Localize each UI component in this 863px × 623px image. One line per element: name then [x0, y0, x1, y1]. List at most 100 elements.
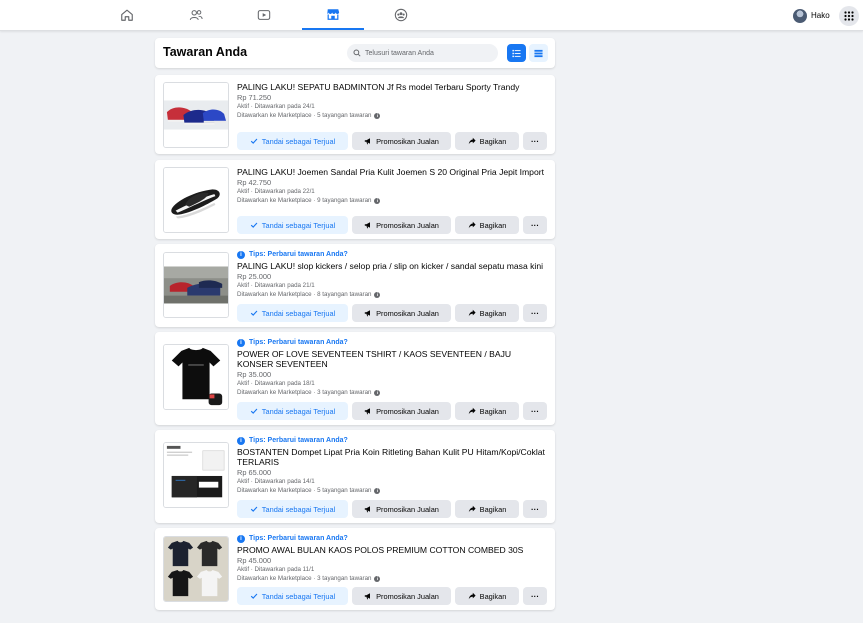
- checkmark-icon: [250, 593, 258, 599]
- info-icon[interactable]: i: [374, 292, 381, 298]
- listing-title[interactable]: PALING LAKU! slop kickers / selop pria /…: [237, 261, 547, 271]
- share-button[interactable]: Bagikan: [455, 587, 519, 605]
- mark-sold-button[interactable]: Tandai sebagai Terjual: [237, 402, 348, 420]
- listing-price: Rp 35.000: [237, 370, 272, 379]
- listing-card: i Tips: Perbarui tawaran Anda? PALING LAK…: [155, 244, 555, 327]
- share-button[interactable]: Bagikan: [455, 216, 519, 234]
- share-label: Bagikan: [479, 406, 507, 416]
- promote-button[interactable]: Promosikan Jualan: [352, 132, 451, 150]
- share-button[interactable]: Bagikan: [455, 402, 519, 420]
- listing-card: i Tips: Perbarui tawaran Anda? BOSTANTEN …: [155, 430, 555, 523]
- listing-title[interactable]: POWER OF LOVE SEVENTEEN TSHIRT / KAOS SE…: [237, 349, 547, 369]
- listing-title[interactable]: PALING LAKU! Joemen Sandal Pria Kulit Jo…: [237, 167, 547, 177]
- compact-view-button[interactable]: [529, 44, 548, 62]
- listing-status: Aktif · Ditawarkan pada 21/1: [237, 282, 315, 289]
- megaphone-icon: [364, 310, 371, 317]
- listing-views: Ditawarkan ke Marketplace · 5 tayangan t…: [237, 111, 372, 119]
- promote-label: Promosikan Jualan: [376, 504, 439, 514]
- more-options-button[interactable]: ···: [523, 216, 547, 234]
- promote-button[interactable]: Promosikan Jualan: [352, 304, 451, 322]
- promote-label: Promosikan Jualan: [376, 308, 439, 318]
- update-tips[interactable]: i Tips: Perbarui tawaran Anda?: [237, 534, 547, 543]
- slip-on-shoes-image: [164, 253, 228, 317]
- grid-menu-icon: [844, 11, 854, 21]
- tips-text: Tips: Perbarui tawaran Anda?: [249, 535, 348, 542]
- info-icon[interactable]: i: [374, 198, 381, 204]
- promote-button[interactable]: Promosikan Jualan: [352, 587, 451, 605]
- listing-title[interactable]: BOSTANTEN Dompet Lipat Pria Koin Ritleti…: [237, 447, 547, 467]
- list-view-button[interactable]: [507, 44, 526, 62]
- nav-tab-marketplace[interactable]: [302, 0, 364, 30]
- tips-text: Tips: Perbarui tawaran Anda?: [249, 437, 348, 444]
- mark-sold-button[interactable]: Tandai sebagai Terjual: [237, 216, 348, 234]
- more-options-icon: ···: [531, 308, 539, 318]
- nav-tab-friends[interactable]: [165, 0, 227, 30]
- more-options-icon: ···: [531, 591, 539, 601]
- listing-card: PALING LAKU! Joemen Sandal Pria Kulit Jo…: [155, 160, 555, 239]
- mark-sold-button[interactable]: Tandai sebagai Terjual: [237, 587, 348, 605]
- info-icon[interactable]: i: [374, 113, 381, 119]
- tips-text: Tips: Perbarui tawaran Anda?: [249, 251, 348, 258]
- more-options-button[interactable]: ···: [523, 587, 547, 605]
- info-icon[interactable]: i: [374, 576, 381, 582]
- promote-button[interactable]: Promosikan Jualan: [352, 216, 451, 234]
- share-label: Bagikan: [479, 136, 507, 146]
- nav-tab-groups[interactable]: [370, 0, 432, 30]
- share-button[interactable]: Bagikan: [455, 500, 519, 518]
- listing-thumbnail[interactable]: [163, 442, 229, 508]
- listing-views: Ditawarkan ke Marketplace · 9 tayangan t…: [237, 196, 372, 204]
- share-label: Bagikan: [479, 591, 507, 601]
- listing-thumbnail[interactable]: [163, 167, 229, 233]
- more-options-button[interactable]: ···: [523, 132, 547, 150]
- listing-thumbnail[interactable]: [163, 344, 229, 410]
- more-options-button[interactable]: ···: [523, 402, 547, 420]
- listing-views-row: Ditawarkan ke Marketplace · 8 tayangan t…: [237, 291, 547, 300]
- groups-icon: [394, 8, 408, 22]
- more-options-button[interactable]: ···: [523, 500, 547, 518]
- info-icon[interactable]: i: [374, 488, 381, 494]
- info-icon[interactable]: i: [374, 390, 381, 396]
- page-title: Tawaran Anda: [163, 45, 248, 59]
- share-button[interactable]: Bagikan: [455, 132, 519, 150]
- listing-status: Aktif · Ditawarkan pada 22/1: [237, 188, 315, 195]
- tips-info-icon: i: [237, 338, 245, 347]
- listing-title[interactable]: PROMO AWAL BULAN KAOS POLOS PREMIUM COTT…: [237, 545, 547, 555]
- nav-tab-watch[interactable]: [233, 0, 295, 30]
- tips-text: Tips: Perbarui tawaran Anda?: [249, 339, 348, 346]
- more-options-icon: ···: [531, 406, 539, 416]
- more-options-button[interactable]: ···: [523, 304, 547, 322]
- checkmark-icon: [250, 222, 258, 228]
- megaphone-icon: [364, 506, 371, 513]
- mark-sold-button[interactable]: Tandai sebagai Terjual: [237, 500, 348, 518]
- listing-thumbnail[interactable]: [163, 536, 229, 602]
- tips-info-icon: i: [237, 250, 245, 259]
- menu-button[interactable]: [839, 6, 859, 26]
- listing-price: Rp 45.000: [237, 556, 272, 565]
- listing-info: i Tips: Perbarui tawaran Anda? PROMO AWAL…: [237, 534, 547, 583]
- update-tips[interactable]: i Tips: Perbarui tawaran Anda?: [237, 338, 547, 347]
- share-button[interactable]: Bagikan: [455, 304, 519, 322]
- update-tips[interactable]: i Tips: Perbarui tawaran Anda?: [237, 436, 547, 445]
- update-tips[interactable]: i Tips: Perbarui tawaran Anda?: [237, 250, 547, 259]
- listing-title[interactable]: PALING LAKU! SEPATU BADMINTON Jf Rs mode…: [237, 82, 547, 92]
- wallet-image: [164, 443, 228, 507]
- listing-views-row: Ditawarkan ke Marketplace · 5 tayangan t…: [237, 487, 547, 496]
- listing-actions: Tandai sebagai Terjual Promosikan Jualan…: [237, 500, 547, 518]
- listing-views: Ditawarkan ke Marketplace · 5 tayangan t…: [237, 486, 372, 494]
- mark-sold-button[interactable]: Tandai sebagai Terjual: [237, 304, 348, 322]
- promote-button[interactable]: Promosikan Jualan: [352, 500, 451, 518]
- listing-views: Ditawarkan ke Marketplace · 3 tayangan t…: [237, 574, 372, 582]
- share-arrow-icon: [468, 221, 476, 229]
- listing-thumbnail[interactable]: [163, 252, 229, 318]
- listing-thumbnail[interactable]: [163, 82, 229, 148]
- mark-sold-button[interactable]: Tandai sebagai Terjual: [237, 132, 348, 150]
- listing-actions: Tandai sebagai Terjual Promosikan Jualan…: [237, 132, 547, 150]
- search-input[interactable]: Telusuri tawaran Anda: [347, 44, 498, 62]
- more-options-icon: ···: [531, 136, 539, 146]
- profile-shortcut[interactable]: Hako: [793, 7, 830, 24]
- nav-tab-home[interactable]: [96, 0, 158, 30]
- listing-views-row: Ditawarkan ke Marketplace · 3 tayangan t…: [237, 575, 547, 584]
- promote-button[interactable]: Promosikan Jualan: [352, 402, 451, 420]
- listing-price: Rp 65.000: [237, 468, 272, 477]
- listing-price: Rp 42.750: [237, 178, 272, 187]
